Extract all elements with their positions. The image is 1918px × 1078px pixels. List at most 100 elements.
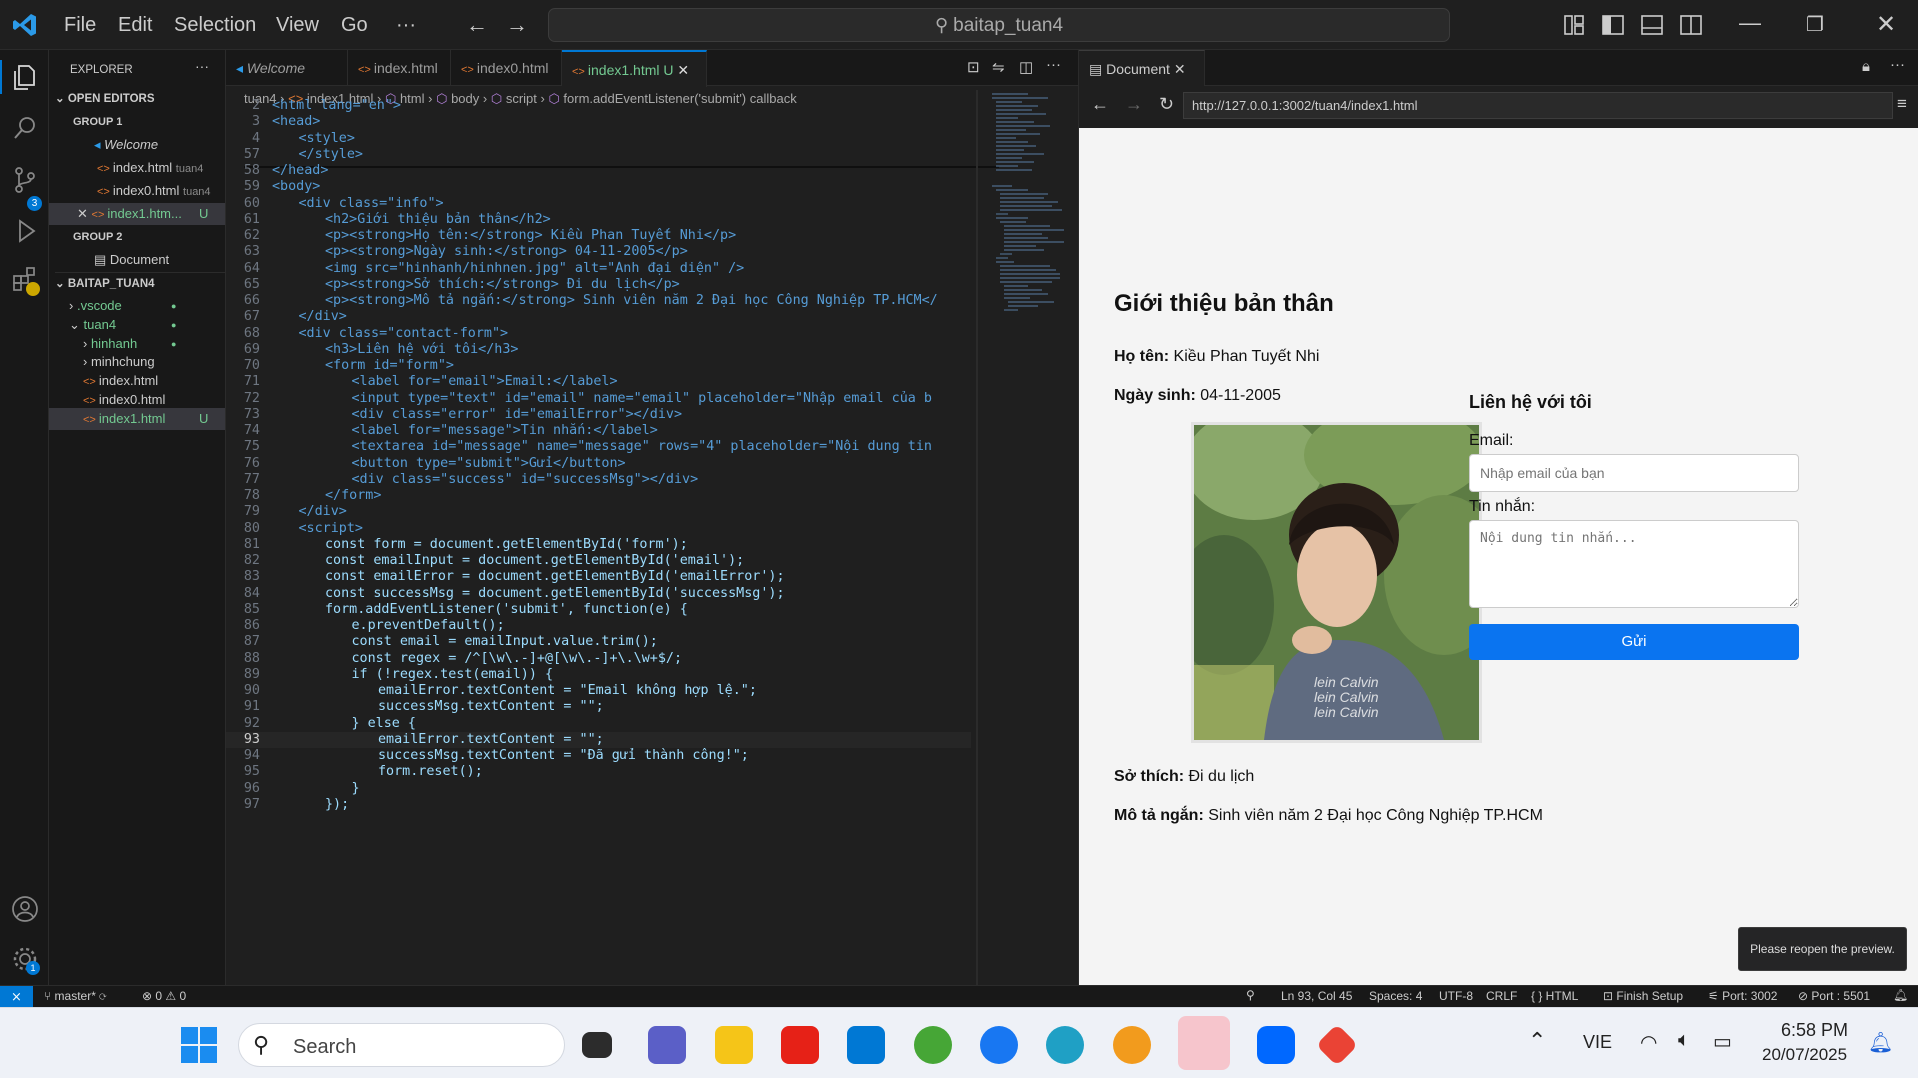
menu-icon[interactable]: ≡ bbox=[1897, 94, 1907, 114]
open-editor-index0[interactable]: <> index0.html tuan4 bbox=[49, 180, 225, 202]
customize-layout-icon[interactable] bbox=[1564, 15, 1584, 35]
close-icon[interactable]: ✕ bbox=[77, 206, 92, 221]
menu-file[interactable]: File bbox=[64, 14, 96, 37]
url-input[interactable]: http://127.0.0.1:3002/tuan4/index1.html bbox=[1183, 92, 1893, 119]
upload-app-icon[interactable] bbox=[1178, 1016, 1230, 1070]
line-number: 88 bbox=[243, 650, 260, 666]
close-tab-icon[interactable]: ✕ bbox=[677, 62, 689, 78]
taskbar-search[interactable]: ⚲ Search bbox=[238, 1023, 565, 1067]
indentation[interactable]: Spaces: 4 bbox=[1369, 989, 1422, 1003]
open-editor-index[interactable]: <> index.html tuan4 bbox=[49, 157, 225, 179]
code-line: 86 e.preventDefault(); bbox=[226, 618, 971, 634]
forward-arrow-icon[interactable]: → bbox=[1125, 94, 1143, 115]
tab-document[interactable]: ▤ Document ✕ bbox=[1079, 50, 1205, 86]
restore-icon[interactable]: ❐ bbox=[1806, 12, 1824, 37]
tab-index0[interactable]: <> index0.html bbox=[451, 50, 562, 86]
dob-line: Ngày sinh: 04-11-2005 bbox=[1114, 387, 1281, 405]
volume-icon[interactable]: 🔈︎ bbox=[1678, 1029, 1690, 1052]
vscode-taskbar-icon[interactable] bbox=[847, 1026, 885, 1064]
teams-icon[interactable] bbox=[648, 1026, 686, 1064]
menu-more[interactable]: ··· bbox=[396, 14, 416, 37]
line-endings[interactable]: CRLF bbox=[1486, 989, 1517, 1003]
task-view-icon[interactable] bbox=[582, 1032, 612, 1058]
command-center-search[interactable]: ⚲ baitap_tuan4 bbox=[548, 8, 1450, 42]
battery-icon[interactable]: ▭ bbox=[1713, 1029, 1732, 1054]
code-text: <textarea id="message" name="message" ro… bbox=[351, 439, 932, 455]
code-line: 66 <p><strong>Mô tả ngắn:</strong> Sinh v… bbox=[226, 293, 971, 309]
coc-coc-icon[interactable] bbox=[914, 1026, 952, 1064]
explorer-files-icon[interactable] bbox=[12, 64, 38, 92]
toggle-secondary-sidebar-icon[interactable] bbox=[1680, 15, 1702, 35]
toggle-panel-icon[interactable] bbox=[1641, 15, 1663, 35]
notification-toast[interactable]: Please reopen the preview. bbox=[1738, 927, 1907, 971]
compare-icon[interactable]: ⇋ bbox=[992, 58, 1005, 76]
back-arrow-icon[interactable]: ← bbox=[466, 12, 488, 38]
open-editors-header[interactable]: ⌄ OPEN EDITORS bbox=[55, 88, 231, 110]
language-indicator[interactable]: VIE bbox=[1583, 1032, 1612, 1053]
clock-time[interactable]: 6:58 PM bbox=[1781, 1020, 1848, 1041]
menu-view[interactable]: View bbox=[276, 14, 319, 37]
cursor-position[interactable]: Ln 93, Col 45 bbox=[1281, 989, 1352, 1003]
youtube-icon[interactable] bbox=[781, 1026, 819, 1064]
edge-icon[interactable] bbox=[1046, 1026, 1084, 1064]
tree-item-label: .vscode bbox=[76, 298, 122, 313]
minimize-icon[interactable]: — bbox=[1739, 10, 1761, 36]
more-actions-icon[interactable]: ··· bbox=[1046, 56, 1061, 73]
live-server-port[interactable]: ⚟ Port: 3002 bbox=[1708, 989, 1777, 1003]
source-control-icon[interactable] bbox=[12, 166, 38, 194]
open-editor-welcome[interactable]: ◂ Welcome bbox=[49, 134, 225, 156]
tab-index1-active[interactable]: <> index1.html U ✕ bbox=[562, 50, 707, 87]
close-window-icon[interactable]: ✕ bbox=[1876, 10, 1896, 39]
accounts-icon[interactable] bbox=[11, 895, 39, 923]
chrome-canary-icon[interactable] bbox=[1113, 1026, 1151, 1064]
reload-icon[interactable]: ↻ bbox=[1159, 94, 1174, 115]
project-header[interactable]: ⌄ BAITAP_TUAN4 bbox=[55, 272, 231, 294]
tab-index[interactable]: <> index.html bbox=[348, 50, 451, 86]
finish-setup[interactable]: ⊡ Finish Setup bbox=[1603, 989, 1683, 1003]
open-editor-index1[interactable]: ✕ <> index1.htm... U bbox=[49, 203, 225, 225]
problems-indicator[interactable]: ⊗ 0 ⚠ 0 bbox=[142, 989, 186, 1003]
notifications-bell-icon[interactable]: 🔔︎ bbox=[1893, 988, 1908, 1002]
open-editor-document[interactable]: ▤ Document bbox=[49, 249, 225, 271]
zalo-icon[interactable] bbox=[1257, 1026, 1295, 1064]
chevron-up-icon[interactable]: ⌃ bbox=[1528, 1028, 1546, 1054]
code-text: e.preventDefault(); bbox=[351, 618, 505, 633]
search-icon[interactable] bbox=[12, 115, 38, 141]
menu-edit[interactable]: Edit bbox=[118, 14, 152, 37]
file-explorer-icon[interactable] bbox=[715, 1026, 753, 1064]
facebook-icon[interactable] bbox=[980, 1026, 1018, 1064]
submit-button[interactable]: Gửi bbox=[1469, 624, 1799, 660]
open-preview-icon[interactable]: ⊡ bbox=[967, 58, 980, 76]
line-number: 82 bbox=[243, 553, 260, 568]
back-arrow-icon[interactable]: ← bbox=[1091, 94, 1109, 115]
zoom-icon[interactable]: ⚲ bbox=[1246, 988, 1255, 1002]
gemini-app-icon[interactable] bbox=[1315, 1023, 1359, 1067]
tree-item[interactable]: <> index1.html U bbox=[49, 407, 225, 430]
tab-welcome[interactable]: ◂ Welcome bbox=[226, 50, 348, 86]
email-input[interactable] bbox=[1469, 454, 1799, 492]
code-line: 57 </style> bbox=[226, 147, 971, 163]
live-preview-port[interactable]: ⊘ Port : 5501 bbox=[1798, 989, 1870, 1003]
notification-bell-icon[interactable]: 🔔︎ bbox=[1868, 1030, 1893, 1055]
close-tab-icon[interactable]: ✕ bbox=[1174, 61, 1186, 77]
run-debug-icon[interactable] bbox=[12, 218, 38, 244]
menu-selection[interactable]: Selection bbox=[174, 14, 256, 37]
more-actions-icon[interactable]: ··· bbox=[1890, 56, 1905, 73]
language-mode[interactable]: { } HTML bbox=[1531, 989, 1578, 1003]
message-textarea[interactable] bbox=[1469, 520, 1799, 608]
forward-arrow-icon[interactable]: → bbox=[506, 12, 528, 38]
windows-start-icon[interactable] bbox=[181, 1027, 217, 1063]
split-editor-icon[interactable]: ◫ bbox=[1019, 58, 1033, 76]
encoding[interactable]: UTF-8 bbox=[1439, 989, 1473, 1003]
wifi-icon[interactable]: ◠ bbox=[1640, 1030, 1657, 1055]
remote-icon[interactable]: ⨯ bbox=[0, 986, 33, 1007]
open-editor-name: index.html bbox=[112, 160, 173, 175]
minimap[interactable] bbox=[988, 90, 1068, 370]
menu-go[interactable]: Go bbox=[341, 14, 368, 37]
toggle-sidebar-icon[interactable] bbox=[1602, 15, 1624, 35]
code-text: successMsg.textContent = "Đã gửi thành c… bbox=[378, 748, 749, 763]
lock-icon[interactable]: 🔒︎ bbox=[1862, 58, 1870, 75]
git-branch[interactable]: ⑂ master* ⟳ bbox=[44, 989, 106, 1003]
explorer-more-icon[interactable]: ··· bbox=[195, 58, 209, 74]
clock-date[interactable]: 20/07/2025 bbox=[1762, 1045, 1847, 1065]
